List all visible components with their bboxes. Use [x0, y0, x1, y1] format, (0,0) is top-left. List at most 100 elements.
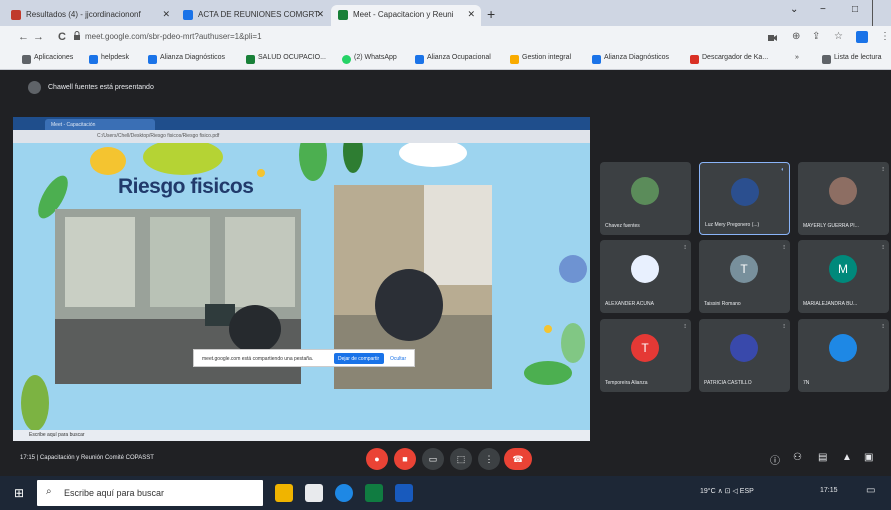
bookmark-icon: [148, 55, 157, 64]
zoom-icon[interactable]: ⊕: [792, 31, 800, 42]
bookmark-icon: [415, 55, 424, 64]
file-explorer-icon[interactable]: [275, 484, 293, 502]
present-button[interactable]: ⬚: [450, 448, 472, 470]
sharing-notification: meet.google.com está compartiendo una pe…: [193, 349, 415, 367]
clock[interactable]: 17:15: [820, 487, 838, 494]
bookmark-icon: [246, 55, 255, 64]
bookmark-item[interactable]: helpdesk: [89, 54, 130, 64]
mic-off-icon: ⁝: [783, 324, 785, 330]
participant-name: Chavez fuentes: [605, 223, 640, 229]
address-bar-row: ← → C meet.google.com/sbr-pdeo-mrt?authu…: [0, 26, 891, 50]
back-button[interactable]: ←: [18, 31, 29, 43]
camera-toggle-button[interactable]: ■: [394, 448, 416, 470]
mic-off-icon: ⁝: [882, 324, 884, 330]
bookmark-label: Descargador de Ka...: [702, 54, 769, 61]
chat-icon[interactable]: ▤: [818, 452, 827, 463]
taskbar-search-placeholder: Escribe aquí para buscar: [64, 488, 165, 498]
forward-button[interactable]: →: [33, 31, 44, 43]
participant-tile[interactable]: ⁝ ALEXANDER ACUÑA: [600, 240, 691, 313]
participant-avatar: [631, 177, 659, 205]
participant-name: Temporeira Alianza: [605, 380, 648, 386]
notifications-icon[interactable]: ▭: [866, 485, 875, 496]
bookmark-label: Lista de lectura: [834, 54, 882, 61]
mic-off-icon: ⁝: [882, 245, 884, 251]
bookmark-item[interactable]: SALUD OCUPACIO...: [246, 54, 326, 64]
extension-icon[interactable]: [856, 31, 868, 43]
meeting-title: Capacitación y Reunión Comité COPASST: [39, 455, 154, 461]
participant-tile[interactable]: T ⁝ Taissini Romano: [699, 240, 790, 313]
participant-tile[interactable]: ⁝ 7N: [798, 319, 889, 392]
meeting-time: 17:15: [20, 455, 36, 461]
slide-title: Riesgo fisicos: [118, 175, 254, 198]
bookmark-item[interactable]: Gestion integral: [510, 54, 571, 64]
participant-tile[interactable]: Chavez fuentes: [600, 162, 691, 235]
participant-avatar: [730, 334, 758, 362]
excel-icon[interactable]: [365, 484, 383, 502]
tab-resultados[interactable]: Resultados (4) - jjcordinaciononf ✕: [4, 5, 176, 26]
url-input[interactable]: meet.google.com/sbr-pdeo-mrt?authuser=1&…: [85, 32, 262, 41]
reload-button[interactable]: C: [58, 31, 66, 43]
system-tray[interactable]: 19°C ∧ ⊡ ◁ ESP: [700, 487, 754, 495]
participant-tile[interactable]: ◖ Luz Mery Pregonero (...): [699, 162, 790, 235]
captions-button[interactable]: ▭: [422, 448, 444, 470]
bookmark-item[interactable]: Alianza Ocupacional: [415, 54, 491, 64]
gmail-icon: [11, 10, 21, 20]
participant-name: Taissini Romano: [704, 301, 741, 307]
shared-url: C:/Users/Chell/Desktop/Riesgo fisicos/Ri…: [97, 133, 220, 139]
close-tab-icon[interactable]: ✕: [316, 9, 324, 20]
sharing-message: meet.google.com está compartiendo una pe…: [202, 356, 314, 362]
maximize-button[interactable]: □: [852, 4, 858, 15]
reading-list-button[interactable]: Lista de lectura: [822, 54, 882, 64]
tab-search-icon[interactable]: ⌄: [790, 4, 798, 15]
bookmark-label: (2) WhatsApp: [354, 54, 397, 61]
slide: Riesgo fisicos meet.google.com está comp…: [13, 143, 590, 430]
apps-icon: [22, 55, 31, 64]
close-tab-icon[interactable]: ✕: [162, 9, 170, 20]
bookmarks-more-button[interactable]: »: [795, 54, 799, 61]
bookmark-label: helpdesk: [101, 54, 130, 61]
meet-control-bar: 17:15 | Capacitación y Reunión Comité CO…: [0, 442, 891, 476]
minimize-button[interactable]: −: [820, 4, 826, 15]
menu-icon[interactable]: ⋮: [880, 31, 890, 42]
start-button[interactable]: ⊞: [14, 486, 24, 500]
tab-acta[interactable]: ACTA DE REUNIONES COMGRT ✕: [176, 5, 330, 26]
bookmark-icon: [89, 55, 98, 64]
mic-off-icon: ⁝: [783, 245, 785, 251]
search-icon: ⌕: [46, 486, 52, 497]
share-icon[interactable]: ⇪: [812, 31, 820, 42]
participant-tile[interactable]: ⁝ MAYERLY GUERRA PI...: [798, 162, 889, 235]
taskbar-search-box[interactable]: ⌕ Escribe aquí para buscar: [37, 480, 263, 506]
bookmark-item[interactable]: Descargador de Ka...: [690, 54, 769, 64]
bookmark-item[interactable]: Aplicaciones: [22, 54, 73, 64]
participant-tile[interactable]: ⁝ PATRICIA CASTILLO: [699, 319, 790, 392]
tab-meet[interactable]: Meet - Capacitacion y Reuni ✕: [331, 5, 481, 26]
bookmark-item[interactable]: (2) WhatsApp: [342, 54, 397, 64]
leave-call-button[interactable]: ☎: [504, 448, 532, 470]
shared-screen: Meet - Capacitación C:/Users/Chell/Deskt…: [13, 117, 590, 441]
close-tab-icon[interactable]: ✕: [467, 9, 475, 20]
camera-icon[interactable]: [768, 34, 777, 42]
participant-avatar: [829, 334, 857, 362]
participant-name: Luz Mery Pregonero (...): [705, 222, 760, 228]
participant-tile[interactable]: M ⁝ MARIALEJANDRA BU...: [798, 240, 889, 313]
lock-icon: [74, 31, 80, 40]
participant-avatar: T: [730, 255, 758, 283]
more-options-button[interactable]: ⋮: [478, 448, 500, 470]
activities-icon[interactable]: ▲: [842, 452, 852, 463]
participant-tile[interactable]: T ⁝ Temporeira Alianza: [600, 319, 691, 392]
people-icon[interactable]: ⚇: [793, 452, 802, 463]
bookmark-item[interactable]: Alianza Diagnósticos: [148, 54, 225, 64]
bookmark-icon: [690, 55, 699, 64]
info-icon[interactable]: ⓘ: [770, 452, 780, 467]
meet-icon: [338, 10, 348, 20]
new-tab-button[interactable]: +: [487, 7, 495, 21]
participant-avatar: [731, 178, 759, 206]
edge-icon[interactable]: [335, 484, 353, 502]
bookmark-item[interactable]: Alianza Diagnósticos: [592, 54, 669, 64]
lock-host-icon[interactable]: ▣: [864, 452, 873, 463]
star-icon[interactable]: ☆: [834, 31, 843, 42]
mic-toggle-button[interactable]: ●: [366, 448, 388, 470]
word-icon[interactable]: [395, 484, 413, 502]
participant-name: MAYERLY GUERRA PI...: [803, 223, 859, 229]
chrome-icon[interactable]: [305, 484, 323, 502]
